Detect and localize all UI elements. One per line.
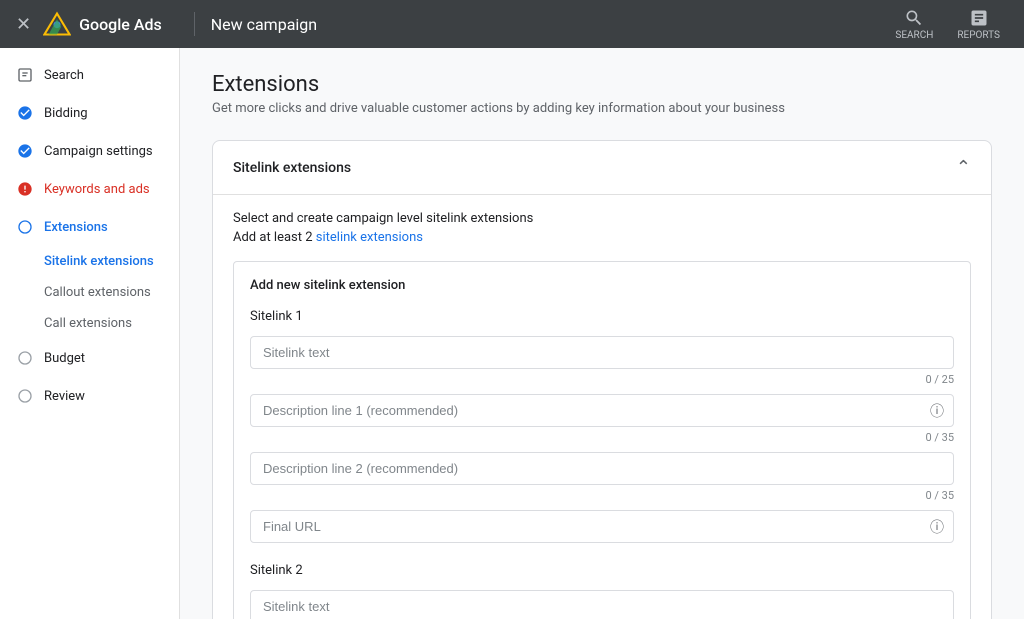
sidebar: Search Bidding Campaign settings Keyword…	[0, 48, 180, 619]
sitelink-card-header: Sitelink extensions ⌃	[213, 141, 991, 195]
sitelink1-text-count: 0 / 25	[250, 373, 954, 386]
sitelink-card-body: Select and create campaign level sitelin…	[213, 195, 991, 619]
url-info-icon[interactable]: ⓘ	[930, 517, 944, 537]
sitelink-extensions-label: Sitelink extensions	[44, 254, 154, 269]
sitelink2-text-input[interactable]	[250, 590, 954, 619]
reports-nav-button[interactable]: REPORTS	[949, 4, 1008, 45]
sitelink1-desc1-field: ⓘ	[250, 394, 954, 427]
keywords-error-icon	[16, 180, 34, 198]
sidebar-item-search[interactable]: Search	[0, 56, 179, 94]
sitelink-2-label: Sitelink 2	[250, 563, 954, 578]
instruction-2: Add at least 2 sitelink extensions	[233, 230, 971, 245]
sitelink-1-section: Sitelink 1 0 / 25 ⓘ 0 / 35	[250, 309, 954, 543]
extension-box: Add new sitelink extension Sitelink 1 0 …	[233, 261, 971, 619]
sitelink1-url-field: ⓘ	[250, 510, 954, 543]
sidebar-item-campaign-settings[interactable]: Campaign settings	[0, 132, 179, 170]
sidebar-item-review[interactable]: Review	[0, 377, 179, 415]
main-layout: Search Bidding Campaign settings Keyword…	[0, 48, 1024, 619]
reports-nav-label: REPORTS	[957, 30, 1000, 41]
sidebar-item-bidding[interactable]: Bidding	[0, 94, 179, 132]
call-extensions-label: Call extensions	[44, 316, 132, 331]
sidebar-sub-callout[interactable]: Callout extensions	[44, 277, 179, 308]
sitelink1-desc1-count: 0 / 35	[250, 431, 954, 444]
sitelink-extensions-link[interactable]: sitelink extensions	[316, 230, 423, 245]
desc1-info-icon[interactable]: ⓘ	[930, 401, 944, 421]
sitelink1-text-input[interactable]	[250, 336, 954, 369]
sitelink1-desc2-input[interactable]	[250, 452, 954, 485]
search-nav-button[interactable]: SEARCH	[887, 4, 941, 45]
callout-extensions-label: Callout extensions	[44, 285, 151, 300]
add-new-label: Add new sitelink extension	[250, 278, 954, 293]
sitelink1-desc1-input[interactable]	[250, 394, 954, 427]
campaign-title: New campaign	[211, 15, 317, 34]
search-sidebar-icon	[16, 66, 34, 84]
sidebar-sub-call[interactable]: Call extensions	[44, 308, 179, 339]
sidebar-label-extensions: Extensions	[44, 220, 108, 235]
nav-icons: SEARCH REPORTS	[887, 4, 1008, 45]
sidebar-item-extensions[interactable]: Extensions	[0, 208, 179, 246]
nav-divider	[194, 12, 195, 36]
page-title: Extensions	[212, 72, 992, 97]
sidebar-item-keywords-and-ads[interactable]: Keywords and ads	[0, 170, 179, 208]
sidebar-label-bidding: Bidding	[44, 106, 88, 121]
page-subtitle: Get more clicks and drive valuable custo…	[212, 101, 992, 116]
sidebar-sub-menu: Sitelink extensions Callout extensions C…	[0, 246, 179, 339]
content-area: Extensions Get more clicks and drive val…	[180, 48, 1024, 619]
sidebar-sub-sitelink[interactable]: Sitelink extensions	[44, 246, 179, 277]
sitelink1-text-field	[250, 336, 954, 369]
sidebar-label-search: Search	[44, 68, 84, 83]
sidebar-label-review: Review	[44, 389, 85, 404]
sidebar-label-budget: Budget	[44, 351, 85, 366]
google-ads-icon	[43, 10, 71, 38]
collapse-button[interactable]: ⌃	[956, 157, 971, 178]
bidding-check-icon	[16, 104, 34, 122]
sitelink-2-section: Sitelink 2 0 / 25 ⓘ 0 / 35	[250, 563, 954, 619]
app-logo: Google Ads	[43, 10, 162, 38]
sitelink-card-title: Sitelink extensions	[233, 160, 351, 176]
search-nav-label: SEARCH	[895, 30, 933, 41]
sidebar-label-keywords: Keywords and ads	[44, 182, 150, 197]
close-button[interactable]: ✕	[16, 14, 31, 35]
budget-circle-icon	[16, 349, 34, 367]
top-navigation: ✕ Google Ads New campaign SEARCH REPORTS	[0, 0, 1024, 48]
sidebar-item-budget[interactable]: Budget	[0, 339, 179, 377]
extensions-circle-icon	[16, 218, 34, 236]
sitelink-card: Sitelink extensions ⌃ Select and create …	[212, 140, 992, 619]
sitelink-1-label: Sitelink 1	[250, 309, 954, 324]
sidebar-label-campaign-settings: Campaign settings	[44, 144, 153, 159]
instruction-1: Select and create campaign level sitelin…	[233, 211, 971, 226]
campaign-settings-check-icon	[16, 142, 34, 160]
sitelink2-text-field	[250, 590, 954, 619]
sitelink1-url-input[interactable]	[250, 510, 954, 543]
sitelink1-desc2-count: 0 / 35	[250, 489, 954, 502]
review-circle-icon	[16, 387, 34, 405]
sitelink1-desc2-field	[250, 452, 954, 485]
app-name: Google Ads	[79, 15, 162, 34]
